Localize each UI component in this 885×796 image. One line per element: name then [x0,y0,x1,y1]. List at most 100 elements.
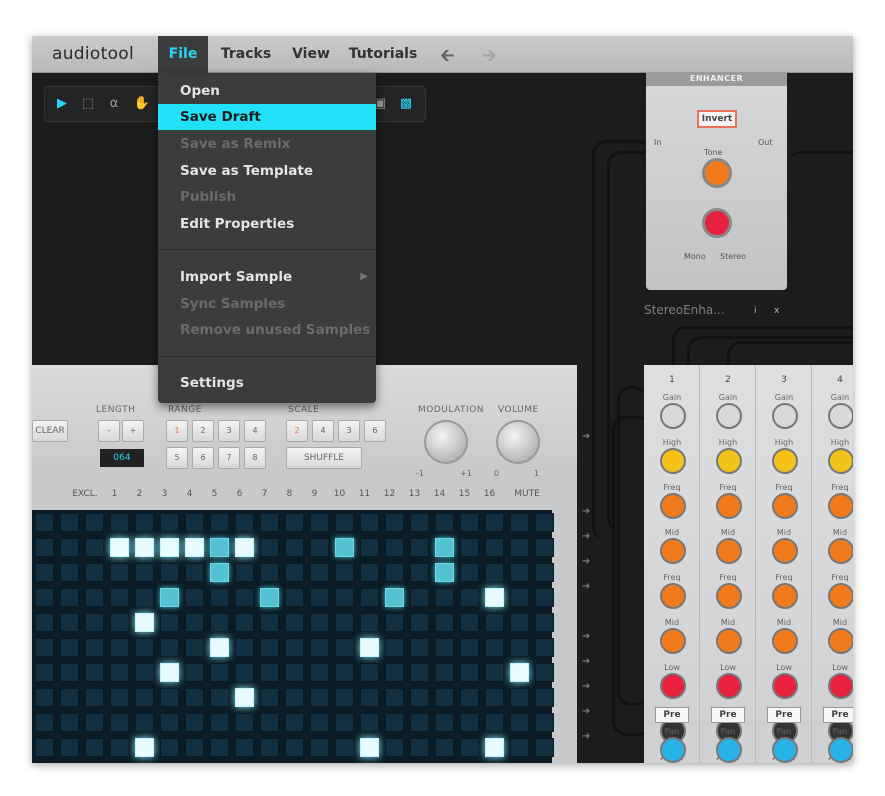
arrow-right-icon[interactable]: 🡲 [482,43,497,73]
step-cell[interactable] [285,538,304,557]
step-cell[interactable] [210,663,229,682]
step-cell[interactable] [410,663,429,682]
step-cell[interactable] [510,588,529,607]
step-cell[interactable] [385,688,404,707]
step-cell[interactable] [235,513,254,532]
step-cell[interactable] [385,588,404,607]
range-button[interactable]: 6 [192,447,214,469]
step-cell[interactable] [235,738,254,757]
step-cell[interactable] [260,688,279,707]
channel-knob[interactable] [772,673,798,699]
step-cell[interactable] [110,638,129,657]
pre-button[interactable]: Pre [823,707,853,723]
close-icon[interactable]: x [774,306,779,316]
step-cell[interactable] [60,613,79,632]
step-cell[interactable] [310,538,329,557]
step-cell[interactable] [335,688,354,707]
headphones-icon[interactable]: ⍺ [105,95,123,113]
channel-knob[interactable] [660,583,686,609]
step-cell[interactable] [410,713,429,732]
step-cell[interactable] [110,663,129,682]
step-cell[interactable] [510,563,529,582]
step-cell[interactable] [435,688,454,707]
step-cell[interactable] [310,588,329,607]
step-cell[interactable] [235,588,254,607]
step-cell[interactable] [435,513,454,532]
pre-button[interactable]: Pre [711,707,745,723]
arrow-left-icon[interactable]: 🡰 [440,43,455,73]
range-button[interactable]: 1 [166,420,188,442]
step-cell[interactable] [485,713,504,732]
step-cell[interactable] [235,613,254,632]
step-cell[interactable] [210,688,229,707]
step-cell[interactable] [260,563,279,582]
step-cell[interactable] [35,738,54,757]
tone-knob[interactable] [702,158,732,188]
step-cell[interactable] [310,513,329,532]
step-cell[interactable] [135,713,154,732]
step-cell[interactable] [335,513,354,532]
step-cell[interactable] [510,688,529,707]
pre-button[interactable]: Pre [767,707,801,723]
step-cell[interactable] [60,563,79,582]
step-cell[interactable] [460,563,479,582]
step-cell[interactable] [185,613,204,632]
range-button[interactable]: 7 [218,447,240,469]
step-cell[interactable] [60,663,79,682]
step-cell[interactable] [310,713,329,732]
step-cell[interactable] [535,738,554,757]
step-cell[interactable] [435,738,454,757]
step-cell[interactable] [60,538,79,557]
channel-knob[interactable] [828,583,853,609]
step-cell[interactable] [535,538,554,557]
step-cell[interactable] [110,688,129,707]
channel-knob[interactable] [828,493,853,519]
step-cell[interactable] [310,663,329,682]
step-cell[interactable] [60,713,79,732]
channel-knob[interactable] [828,673,853,699]
channel-knob[interactable] [716,448,742,474]
step-cell[interactable] [410,638,429,657]
step-cell[interactable] [360,563,379,582]
step-cell[interactable] [285,613,304,632]
range-button[interactable]: 3 [218,420,240,442]
step-cell[interactable] [460,688,479,707]
menu-item-settings[interactable]: Settings [158,370,376,396]
step-cell[interactable] [460,713,479,732]
step-cell[interactable] [160,663,179,682]
step-cell[interactable] [310,563,329,582]
menu-file[interactable]: File [158,36,208,73]
step-cell[interactable] [335,538,354,557]
channel-knob[interactable] [660,493,686,519]
step-cell[interactable] [135,613,154,632]
step-cell[interactable] [210,738,229,757]
step-cell[interactable] [135,513,154,532]
step-cell[interactable] [285,638,304,657]
channel-knob[interactable] [772,628,798,654]
step-cell[interactable] [35,563,54,582]
menu-item-open[interactable]: Open [158,78,376,104]
pan-knob[interactable] [660,737,686,763]
step-cell[interactable] [510,663,529,682]
modulation-knob[interactable] [424,420,468,464]
pre-button[interactable]: Pre [655,707,689,723]
step-cell[interactable] [485,688,504,707]
step-cell[interactable] [160,613,179,632]
width-knob[interactable] [702,208,732,238]
step-cell[interactable] [485,538,504,557]
info-icon[interactable]: i [754,306,757,316]
step-cell[interactable] [310,638,329,657]
step-cell[interactable] [85,663,104,682]
step-cell[interactable] [335,563,354,582]
step-cell[interactable] [260,738,279,757]
step-cell[interactable] [160,563,179,582]
step-cell[interactable] [35,513,54,532]
channel-knob[interactable] [660,538,686,564]
step-cell[interactable] [160,588,179,607]
device-name[interactable]: StereoEnha... [644,303,725,317]
step-cell[interactable] [210,588,229,607]
step-cell[interactable] [385,538,404,557]
menu-view[interactable]: View [286,36,336,73]
step-cell[interactable] [285,563,304,582]
step-cell[interactable] [435,563,454,582]
